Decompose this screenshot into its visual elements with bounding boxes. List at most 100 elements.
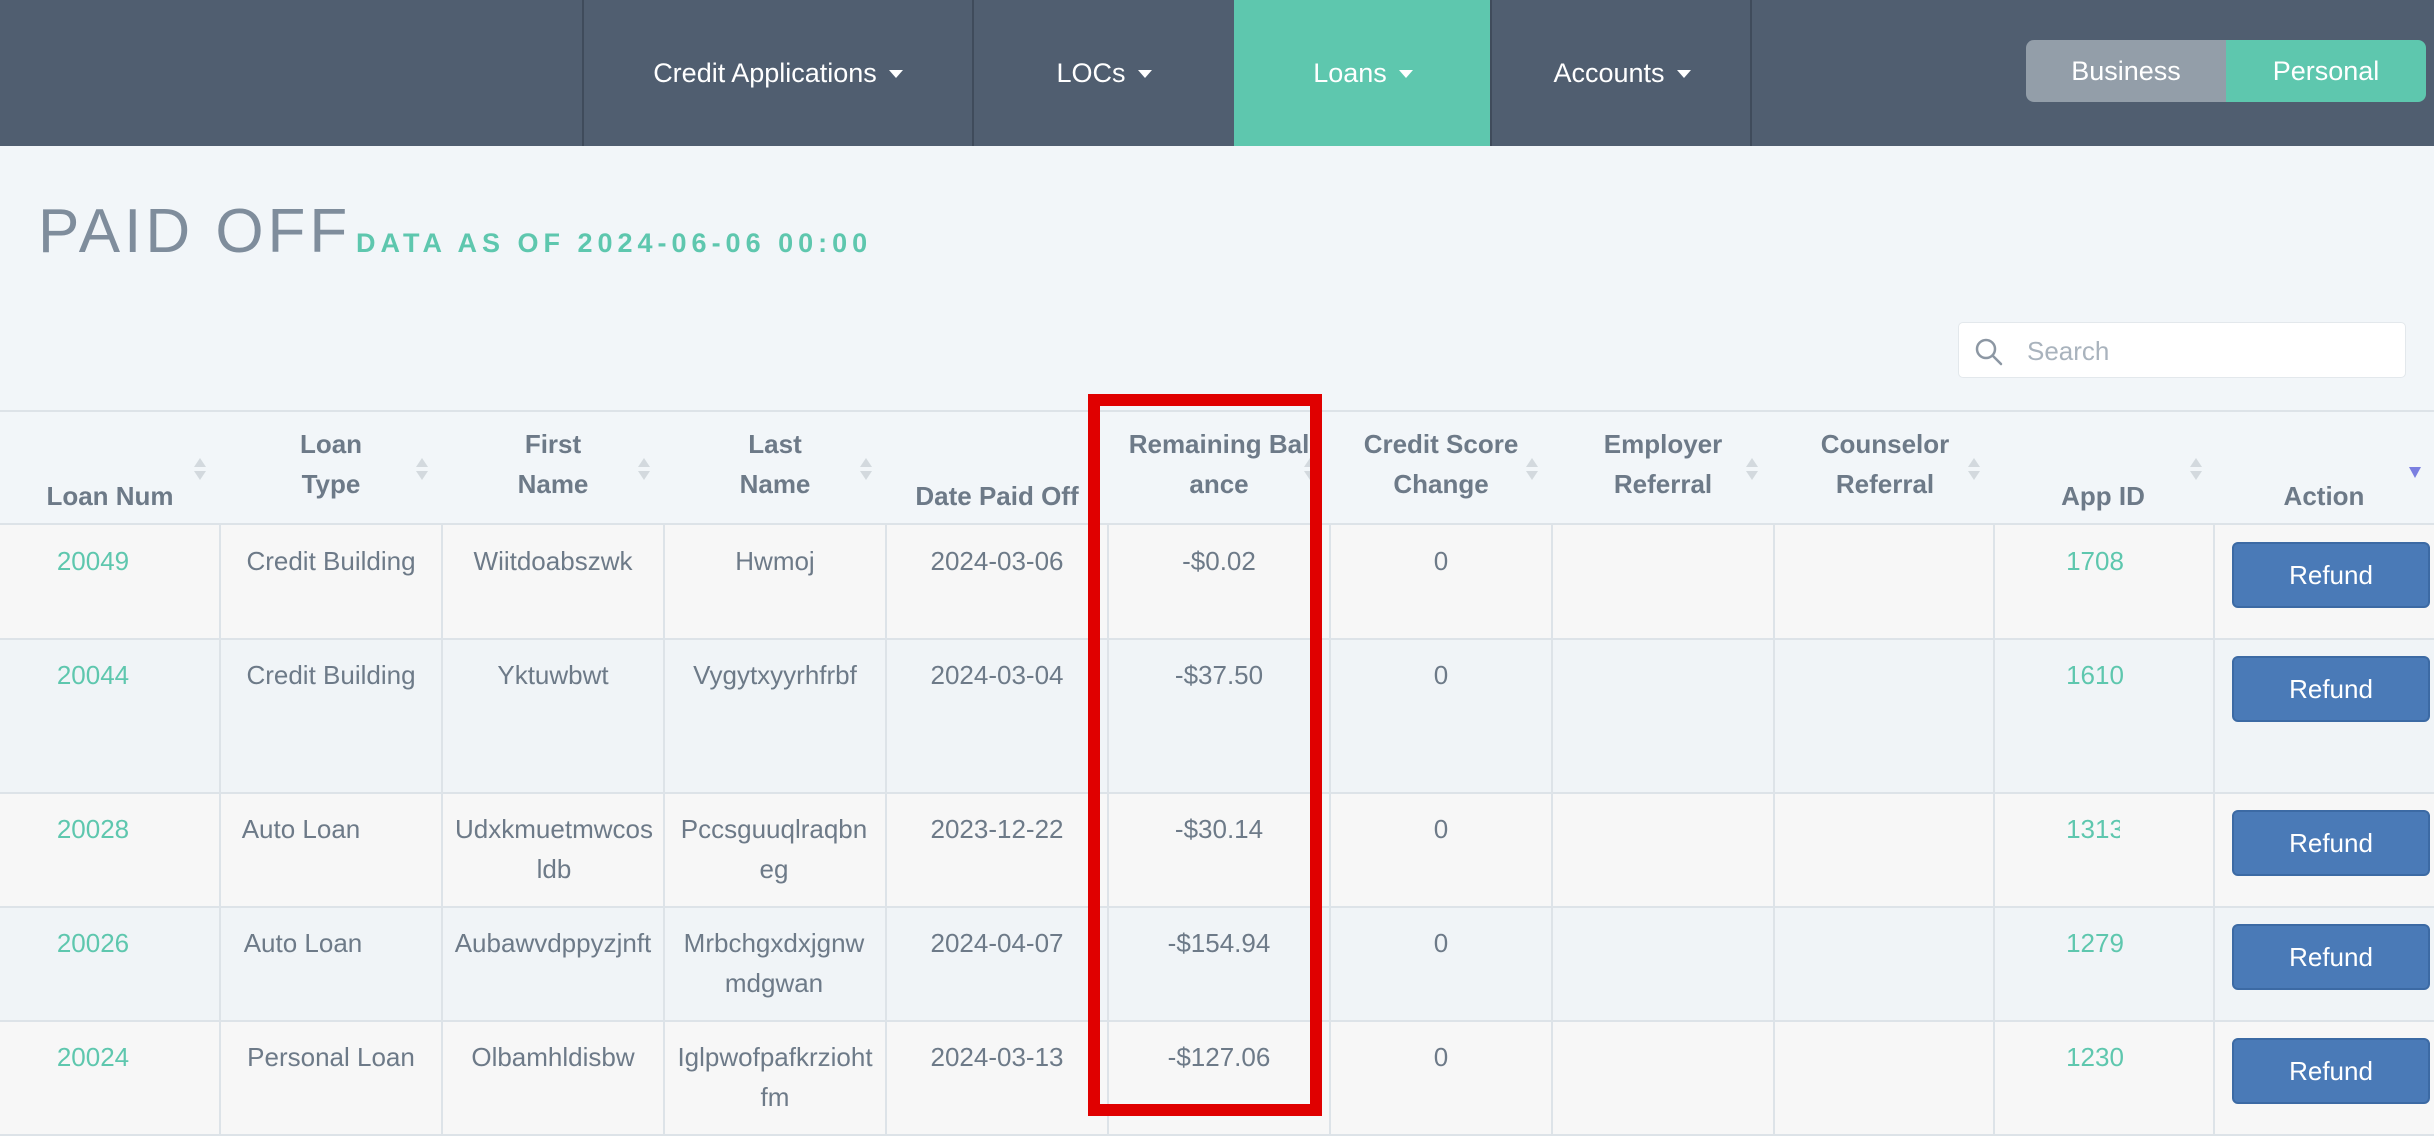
- chevron-down-icon: [1398, 70, 1413, 78]
- loan-num-link[interactable]: 20028: [0, 809, 186, 849]
- business-toggle[interactable]: Business: [2026, 40, 2226, 102]
- header-loan-num-label: Loan Num: [46, 481, 174, 511]
- remaining-balance-cell: -$37.50: [1174, 660, 1264, 690]
- column-divider: [441, 525, 443, 1136]
- loan-num-link[interactable]: 20044: [0, 655, 186, 695]
- header-employer-line2: Referral: [1613, 469, 1713, 499]
- nav-credit-applications[interactable]: Credit Applications: [582, 0, 972, 146]
- header-date-paid-off[interactable]: Date Paid Off: [886, 412, 1108, 524]
- header-loan-num[interactable]: Loan Num: [0, 412, 220, 524]
- search-icon: [1975, 338, 2003, 366]
- loan-type-cell: Credit Building: [246, 546, 416, 576]
- date-paid-off-cell: 2024-03-06: [930, 546, 1064, 576]
- refund-button[interactable]: Refund: [2232, 810, 2430, 876]
- header-last-name[interactable]: Last Name: [664, 412, 886, 524]
- search-input[interactable]: [2025, 331, 2399, 371]
- header-employer-referral[interactable]: Employer Referral: [1552, 412, 1774, 524]
- loan-type-cell: Auto Loan: [241, 814, 361, 844]
- header-remaining-balance-line1: Remaining Bal: [1128, 429, 1310, 459]
- header-action[interactable]: Action: [2214, 412, 2434, 524]
- app-id-link[interactable]: 1230: [2010, 1037, 2180, 1077]
- sort-icon[interactable]: [415, 454, 429, 484]
- personal-toggle-label: Personal: [2272, 55, 2380, 86]
- header-app-id-label: App ID: [2061, 481, 2145, 511]
- app-id-link[interactable]: 1610: [2010, 655, 2180, 695]
- remaining-balance-cell: -$154.94: [1167, 928, 1271, 958]
- sort-icon[interactable]: [1967, 454, 1981, 484]
- loan-type-cell: Personal Loan: [247, 1042, 415, 1072]
- nav-accounts[interactable]: Accounts: [1490, 0, 1752, 146]
- app-id-link[interactable]: 1313: [2010, 809, 2180, 849]
- nav-accounts-label: Accounts: [1553, 57, 1665, 88]
- app-id-link[interactable]: 1708: [2010, 541, 2180, 581]
- first-name-cell: Udxkmuetmwcosldb: [455, 814, 653, 884]
- loan-num-link[interactable]: 20026: [0, 923, 186, 963]
- credit-score-change-cell: 0: [1433, 928, 1449, 958]
- credit-score-change-cell: 0: [1433, 1042, 1449, 1072]
- refund-button[interactable]: Refund: [2232, 1038, 2430, 1104]
- last-name-cell: Vygytxyyrhfrbf: [693, 660, 857, 690]
- sort-icon[interactable]: [2189, 454, 2203, 484]
- app-id-link[interactable]: 1279: [2010, 923, 2180, 963]
- last-name-cell: Mrbchgxdxjgnwmdgwan: [683, 928, 865, 998]
- credit-score-change-cell: 0: [1433, 546, 1449, 576]
- credit-score-change-cell: 0: [1433, 814, 1449, 844]
- header-first-name-line1: First: [524, 429, 582, 459]
- nav-locs[interactable]: LOCs: [972, 0, 1234, 146]
- last-name-cell: Hwmoj: [735, 546, 815, 576]
- search-box: [1958, 322, 2406, 378]
- column-divider: [1551, 525, 1553, 1136]
- refund-button[interactable]: Refund: [2232, 924, 2430, 990]
- remaining-balance-cell: -$30.14: [1174, 814, 1264, 844]
- header-app-id[interactable]: App ID: [1996, 412, 2210, 524]
- header-counselor-referral[interactable]: Counselor Referral: [1774, 412, 1996, 524]
- sort-desc-icon[interactable]: [2408, 462, 2422, 482]
- header-last-name-line2: Name: [739, 469, 811, 499]
- personal-toggle[interactable]: Personal: [2226, 40, 2426, 102]
- chevron-down-icon: [888, 70, 903, 78]
- nav-loans[interactable]: Loans: [1234, 0, 1490, 146]
- header-loan-type-line1: Loan: [299, 429, 363, 459]
- first-name-cell: Aubawvdppyzjnft: [454, 928, 652, 958]
- remaining-balance-cell: -$0.02: [1182, 546, 1256, 576]
- last-name-cell: Iglpwofpafkrziohtfm: [677, 1042, 873, 1112]
- header-loan-type-line2: Type: [301, 469, 361, 499]
- loan-type-cell: Credit Building: [246, 660, 416, 690]
- column-divider: [885, 525, 887, 1136]
- header-credit-score-line1: Credit Score: [1363, 429, 1519, 459]
- refund-button[interactable]: Refund: [2232, 656, 2430, 722]
- sort-icon[interactable]: [637, 454, 651, 484]
- chevron-down-icon: [1137, 70, 1152, 78]
- column-divider: [1993, 525, 1995, 1136]
- refund-button[interactable]: Refund: [2232, 542, 2430, 608]
- header-credit-score-line2: Change: [1393, 469, 1489, 499]
- column-divider: [219, 525, 221, 1136]
- header-counselor-line1: Counselor: [1820, 429, 1950, 459]
- header-remaining-balance[interactable]: Remaining Bal ance: [1108, 412, 1330, 524]
- column-divider: [663, 525, 665, 1136]
- remaining-balance-cell: -$127.06: [1167, 1042, 1271, 1072]
- sort-icon[interactable]: [1303, 454, 1317, 484]
- loan-num-link[interactable]: 20049: [0, 541, 186, 581]
- nav-loans-label: Loans: [1313, 57, 1387, 88]
- nav-locs-label: LOCs: [1056, 57, 1126, 88]
- nav-divider: [1750, 0, 1752, 146]
- credit-score-change-cell: 0: [1433, 660, 1449, 690]
- header-remaining-balance-line2: ance: [1189, 469, 1249, 499]
- sort-icon[interactable]: [193, 454, 207, 484]
- date-paid-off-cell: 2024-03-13: [930, 1042, 1064, 1072]
- column-divider: [2213, 525, 2215, 1136]
- sort-icon[interactable]: [1525, 454, 1539, 484]
- loan-num-link[interactable]: 20024: [0, 1037, 186, 1077]
- header-loan-type[interactable]: Loan Type: [220, 412, 442, 524]
- sort-icon[interactable]: [859, 454, 873, 484]
- loan-type-cell: Auto Loan: [243, 928, 363, 958]
- column-divider: [1773, 525, 1775, 1136]
- sort-icon[interactable]: [1745, 454, 1759, 484]
- header-action-label: Action: [2283, 481, 2365, 511]
- header-credit-score-change[interactable]: Credit Score Change: [1330, 412, 1552, 524]
- data-as-of-label: DATA AS OF 2024-06-06 00:00: [356, 228, 873, 258]
- chevron-down-icon: [1676, 70, 1691, 78]
- column-divider: [1107, 525, 1109, 1136]
- header-first-name[interactable]: First Name: [442, 412, 664, 524]
